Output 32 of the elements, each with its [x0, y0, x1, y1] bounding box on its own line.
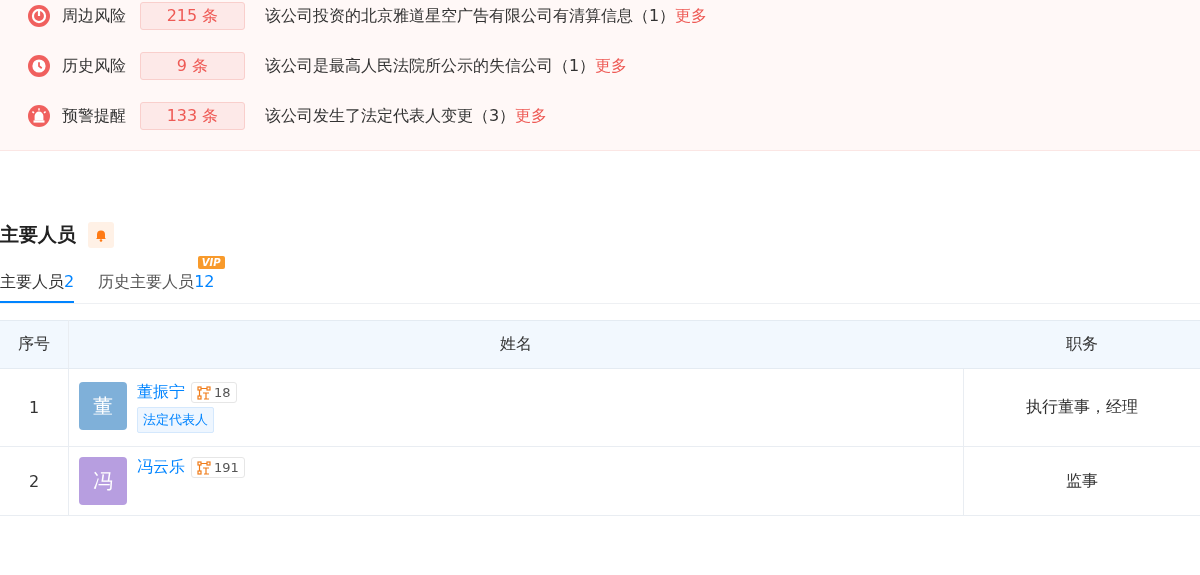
- risk-count[interactable]: 133 条: [140, 102, 245, 130]
- person-name[interactable]: 董振宁: [137, 382, 185, 403]
- person-name[interactable]: 冯云乐: [137, 457, 185, 478]
- column-header: 职务: [963, 320, 1200, 369]
- section-title: 主要人员: [0, 222, 76, 247]
- more-link[interactable]: 更多: [675, 5, 708, 27]
- risk-count[interactable]: 9 条: [140, 52, 245, 80]
- tab[interactable]: 主要人员2: [0, 272, 75, 303]
- vip-badge: VIP: [197, 256, 225, 269]
- relations-button[interactable]: 18: [191, 382, 237, 403]
- column-header: 姓名: [68, 320, 964, 369]
- network-icon: [197, 385, 211, 400]
- risk-description: 该公司发生了法定代表人变更（3）: [265, 105, 516, 127]
- column-header: 序号: [0, 320, 69, 369]
- tag: 法定代表人: [137, 407, 214, 433]
- table-cell: 1: [28, 398, 40, 417]
- risk-label: 预警提醒: [62, 105, 127, 127]
- table-cell: 监事: [1066, 470, 1098, 490]
- risk-description: 该公司是最高人民法院所公示的失信公司（1）: [265, 55, 596, 77]
- more-link[interactable]: 更多: [515, 105, 548, 127]
- more-link[interactable]: 更多: [595, 55, 628, 77]
- risk-label: 周边风险: [62, 5, 127, 27]
- table-cell: 执行董事，经理: [1026, 397, 1138, 416]
- network-icon: [197, 460, 211, 475]
- avatar: 冯: [79, 457, 127, 505]
- risk-description: 该公司投资的北京雅道星空广告有限公司有清算信息（1）: [265, 5, 676, 27]
- avatar: 董: [79, 382, 127, 430]
- risk-label: 历史风险: [62, 55, 127, 77]
- risk-count[interactable]: 215 条: [140, 2, 245, 30]
- table-cell: 2: [28, 471, 40, 491]
- bell-icon[interactable]: [88, 222, 114, 248]
- relations-button[interactable]: 191: [191, 457, 245, 478]
